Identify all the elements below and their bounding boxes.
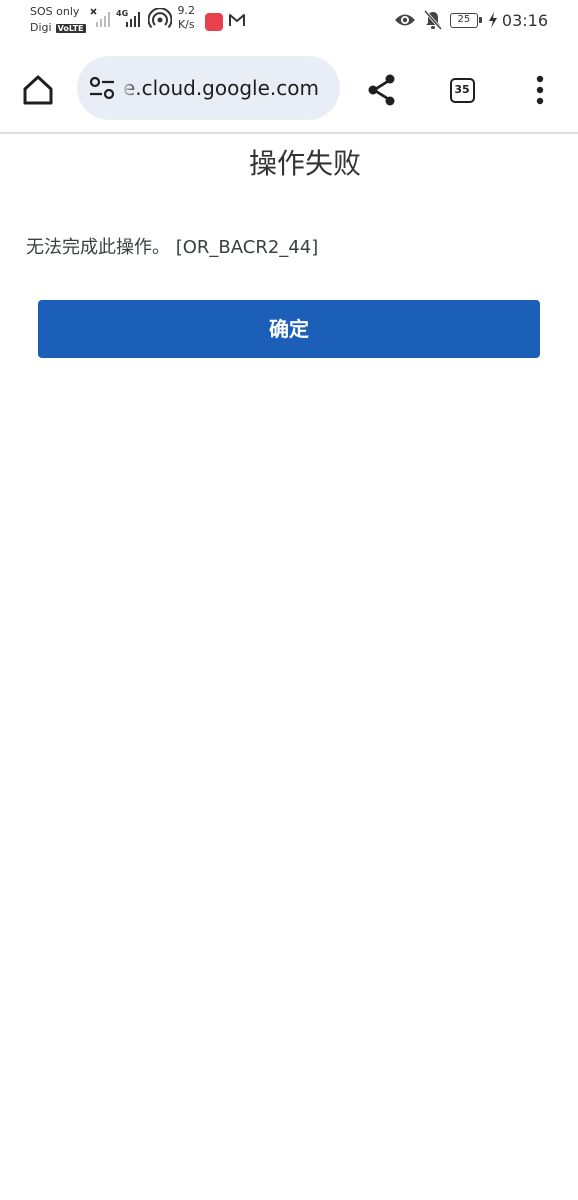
bell-off-icon [423,10,442,30]
speed-unit: K/s [177,18,195,31]
app-notification-icon [205,13,224,31]
hotspot-icon [147,8,172,29]
status-bar-left: SOS only Digi VoLTE 4G 9.2 K/s [30,4,246,36]
carrier-line2-wrap: Digi VoLTE [30,20,86,36]
signal-x-icon [89,8,110,27]
network-type-label: 4G [116,9,128,18]
address-bar[interactable]: e.cloud.google.com [77,56,340,120]
page-title: 操作失败 [248,147,361,180]
speed-value: 9.2 [177,4,196,17]
carrier-line2: Digi [30,21,52,34]
tab-count: 35 [454,82,470,96]
clock: 03:16 [501,10,548,30]
ok-button[interactable]: 确定 [38,300,540,358]
share-icon [368,74,395,106]
tune-icon[interactable] [89,76,115,100]
volte-badge: VoLTE [55,23,86,33]
browser-toolbar: e.cloud.google.com 35 [0,42,578,134]
tab-switcher-icon: 35 [449,77,475,103]
carrier-info: SOS only Digi VoLTE [30,4,86,36]
more-menu-button[interactable] [520,70,560,110]
more-vert-icon [536,75,544,105]
status-bar: SOS only Digi VoLTE 4G 9.2 K/s 25 03:16 [0,0,578,42]
home-button[interactable] [18,70,58,110]
network-speed: 9.2 K/s [178,4,196,32]
tab-switcher-button[interactable]: 35 [442,70,482,110]
url-text[interactable]: e.cloud.google.com [123,74,333,102]
battery-icon: 25 [449,12,482,28]
eye-icon [394,14,415,26]
battery-level: 25 [457,13,471,25]
carrier-line1: SOS only [30,5,80,18]
signal-4g-icon: 4G [116,9,140,27]
error-message: 无法完成此操作。 [OR_BACR2_44] [26,237,319,258]
status-bar-right: 25 03:16 [394,10,548,30]
share-button[interactable] [362,70,402,110]
home-icon [23,75,53,105]
charging-icon [488,12,497,28]
mail-icon [229,14,246,26]
